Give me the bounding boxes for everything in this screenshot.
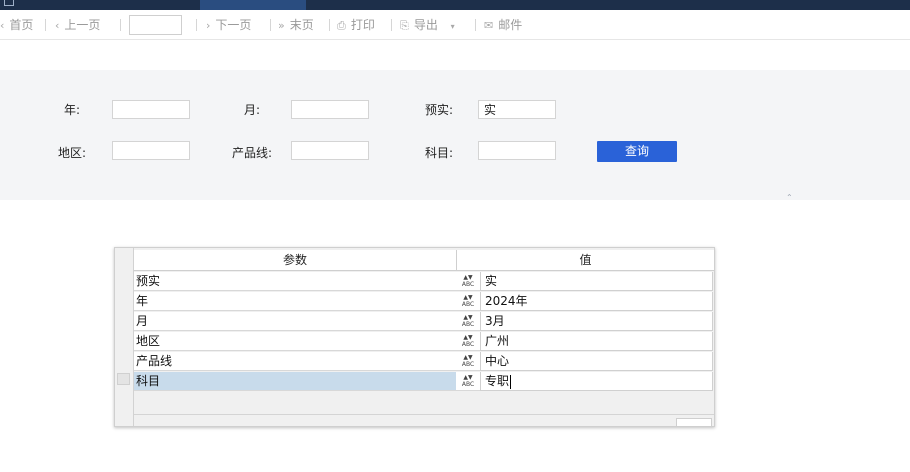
product-line-label: 产品线: — [231, 146, 272, 160]
first-page-label: 首页 — [9, 18, 34, 32]
type-abc-icon[interactable]: ▲▼ ABC — [456, 332, 480, 351]
table-row[interactable]: 年 ▲▼ ABC 2024年 — [134, 292, 714, 311]
page-number-input[interactable] — [129, 15, 182, 35]
last-page-label: 末页 — [289, 18, 314, 32]
param-name-cell: 月 — [134, 312, 456, 331]
parameter-dialog: 参数 值 预实 ▲▼ ABC 实 年 ▲▼ ABC 2024年 月 ▲▼ ABC 3月… — [114, 247, 715, 427]
chevron-down-icon[interactable]: ▾ — [451, 18, 455, 36]
mail-button[interactable]: ✉ 邮件 — [484, 16, 522, 34]
type-abc-icon[interactable]: ▲▼ ABC — [456, 292, 480, 311]
dialog-footer — [134, 414, 714, 426]
param-name-cell: 科目 — [134, 372, 456, 391]
type-abc-icon[interactable]: ▲▼ ABC — [456, 352, 480, 371]
search-button[interactable]: 查询 — [597, 141, 677, 162]
report-toolbar: ‹ 首页 ‹ 上一页 › 下一页 » 末页 ⎙ 打印 ⎘ 导出 ▾ ✉ 邮件 — [0, 10, 910, 40]
param-value-cell[interactable]: 中心 — [480, 352, 713, 371]
row-header-column — [115, 248, 134, 426]
toolbar-divider — [329, 19, 330, 31]
last-page-icon: » — [278, 19, 285, 32]
export-icon: ⎘ — [400, 19, 409, 32]
month-label: 月: — [243, 103, 260, 117]
text-caret — [510, 374, 512, 389]
mail-label: 邮件 — [498, 18, 523, 32]
table-row[interactable]: 月 ▲▼ ABC 3月 — [134, 312, 714, 331]
printer-icon: ⎙ — [337, 19, 346, 32]
param-name-cell: 产品线 — [134, 352, 456, 371]
param-value-cell[interactable]: 广州 — [480, 332, 713, 351]
year-label: 年: — [63, 103, 80, 117]
budget-actual-label: 预实: — [424, 103, 453, 117]
column-header-value[interactable]: 值 — [457, 250, 714, 271]
month-input[interactable] — [291, 100, 369, 119]
type-abc-icon[interactable]: ▲▼ ABC — [456, 372, 480, 391]
table-row-selected[interactable]: 科目 ▲▼ ABC 专职 — [134, 372, 714, 391]
table-row[interactable]: 地区 ▲▼ ABC 广州 — [134, 332, 714, 351]
next-page-button[interactable]: › 下一页 — [206, 16, 251, 34]
toolbar-divider — [270, 19, 271, 31]
type-abc-icon[interactable]: ▲▼ ABC — [456, 312, 480, 331]
prev-page-label: 上一页 — [64, 18, 101, 32]
region-label: 地区: — [57, 146, 86, 160]
year-input[interactable] — [112, 100, 190, 119]
param-name-cell: 地区 — [134, 332, 456, 351]
param-name-cell: 年 — [134, 292, 456, 311]
param-value-text: 专职 — [485, 374, 510, 388]
export-label: 导出 — [413, 18, 438, 32]
table-row[interactable]: 预实 ▲▼ ABC 实 — [134, 272, 714, 291]
param-name-cell: 预实 — [134, 272, 456, 291]
toolbar-divider — [475, 19, 476, 31]
toolbar-divider — [45, 19, 46, 31]
first-page-button[interactable]: ‹ 首页 — [0, 16, 33, 34]
param-value-cell[interactable]: 3月 — [480, 312, 713, 331]
active-tab[interactable] — [200, 0, 306, 10]
toolbar-divider — [120, 19, 121, 31]
toolbar-divider — [196, 19, 197, 31]
export-button[interactable]: ⎘ 导出 ▾ — [400, 16, 460, 34]
menu-icon[interactable] — [4, 0, 14, 6]
prev-page-button[interactable]: ‹ 上一页 — [55, 16, 100, 34]
param-value-cell[interactable]: 实 — [480, 272, 713, 291]
table-row[interactable]: 产品线 ▲▼ ABC 中心 — [134, 352, 714, 371]
row-header-marker — [117, 373, 130, 385]
type-abc-icon[interactable]: ▲▼ ABC — [456, 272, 480, 291]
print-button[interactable]: ⎙ 打印 — [337, 16, 375, 34]
subject-input[interactable] — [478, 141, 556, 160]
query-panel: 年: 月: 预实: 实 地区: 产品线: 科目: 查询 ⌃ — [0, 70, 910, 202]
last-page-button[interactable]: » 末页 — [278, 16, 314, 34]
collapse-up-icon[interactable]: ⌃ — [786, 194, 793, 202]
param-value-cell-editing[interactable]: 专职 — [480, 372, 713, 391]
toolbar-divider — [391, 19, 392, 31]
subject-label: 科目: — [424, 146, 453, 160]
product-line-input[interactable] — [291, 141, 369, 160]
app-top-bar — [0, 0, 910, 10]
column-header-param[interactable]: 参数 — [134, 250, 457, 271]
mail-icon: ✉ — [484, 19, 494, 32]
budget-actual-input[interactable]: 实 — [478, 100, 556, 119]
region-input[interactable] — [112, 141, 190, 160]
first-page-icon: ‹ — [0, 19, 5, 32]
next-page-label: 下一页 — [215, 18, 252, 32]
prev-page-icon: ‹ — [55, 19, 60, 32]
param-value-cell[interactable]: 2024年 — [480, 292, 713, 311]
footer-button[interactable] — [676, 418, 712, 426]
print-label: 打印 — [350, 18, 375, 32]
next-page-icon: › — [206, 19, 211, 32]
